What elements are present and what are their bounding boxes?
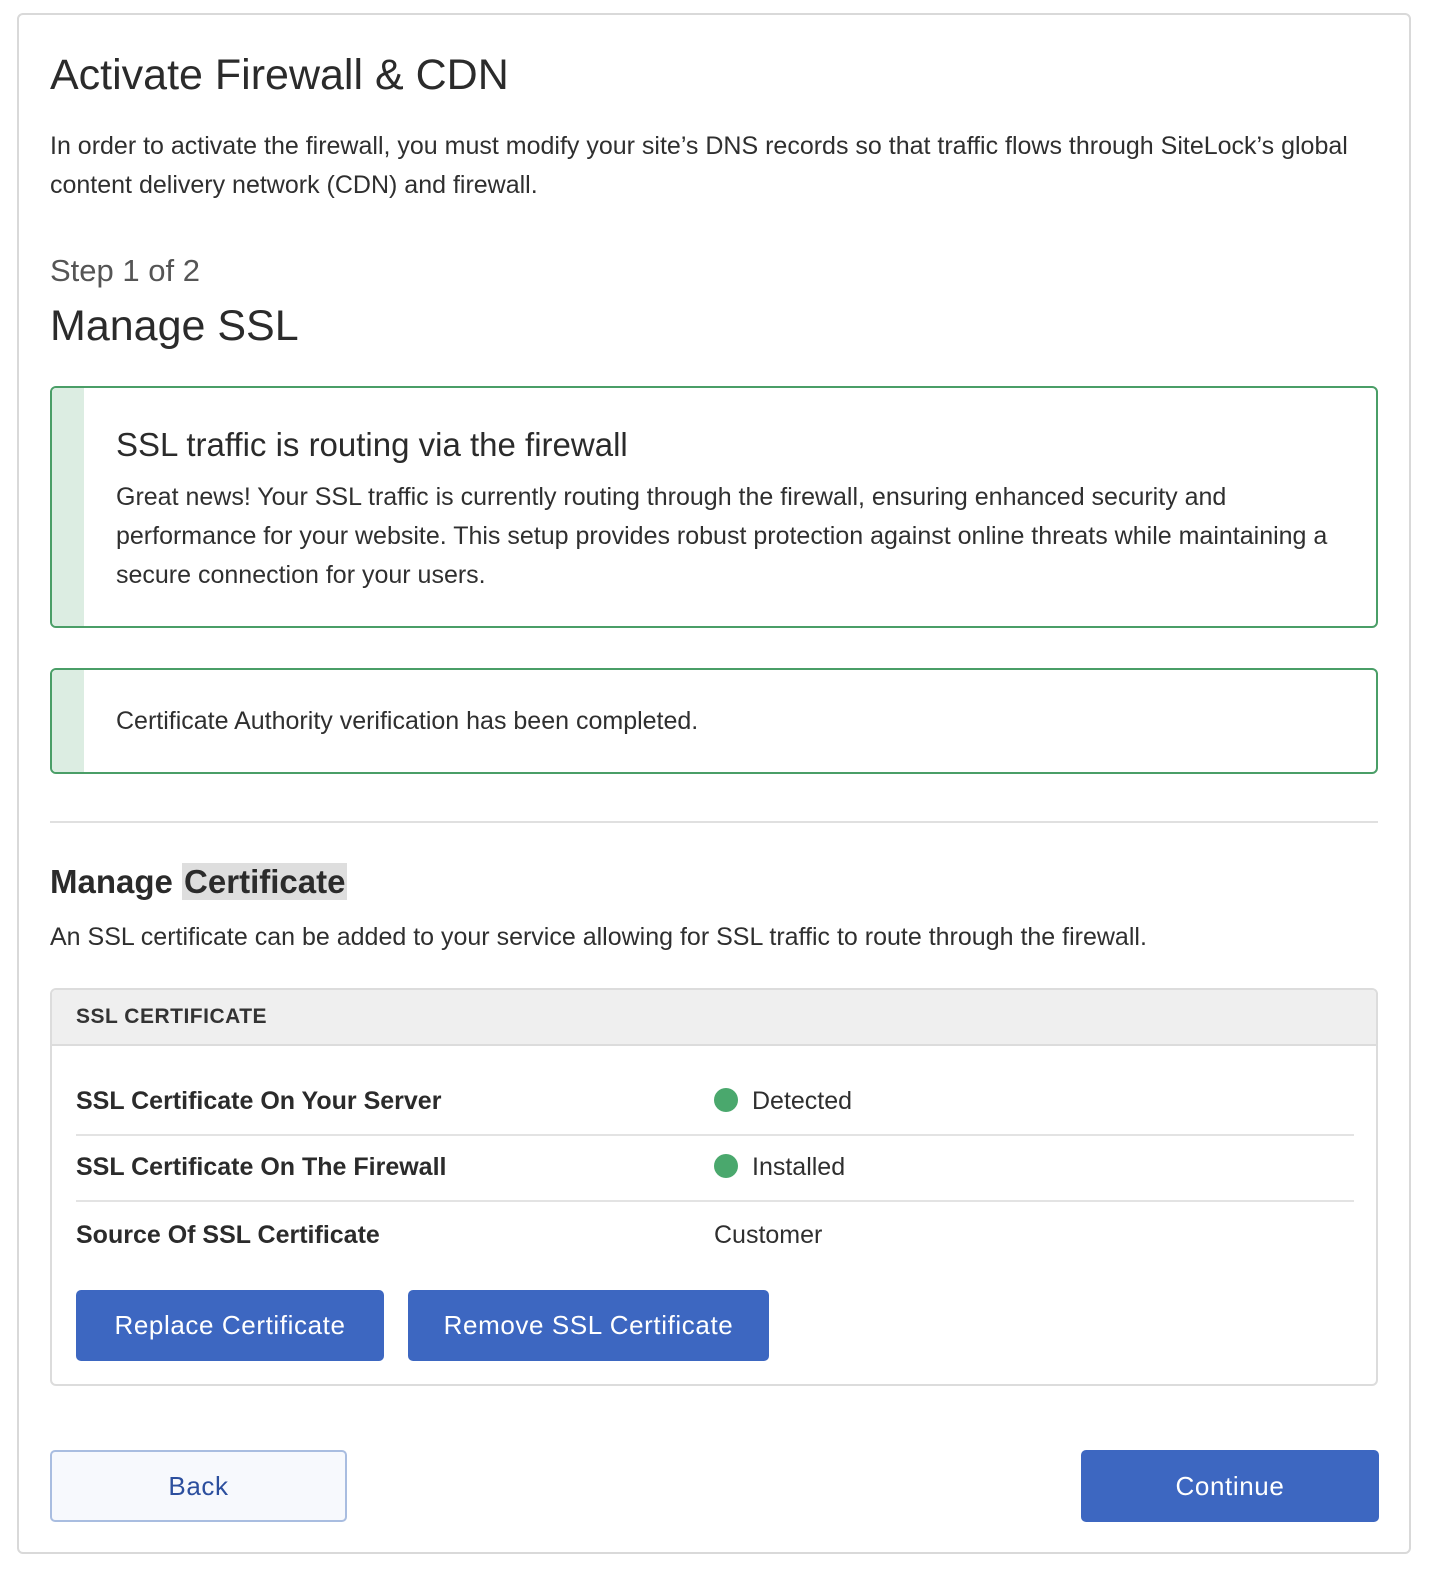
manage-certificate-title: Manage Certificate	[50, 856, 348, 908]
alert-status-stripe	[52, 388, 84, 626]
panel-header: SSL CERTIFICATE	[52, 990, 1376, 1046]
step-title: Manage SSL	[50, 302, 299, 350]
row-label: SSL Certificate On The Firewall	[76, 1153, 447, 1181]
row-value: Detected	[714, 1068, 852, 1134]
alert-status-stripe	[52, 670, 84, 772]
back-button[interactable]: Back	[50, 1450, 347, 1522]
page-title: Activate Firewall & CDN	[50, 51, 509, 99]
ca-verification-alert: Certificate Authority verification has b…	[50, 668, 1378, 774]
table-row: SSL Certificate On The Firewall Installe…	[76, 1134, 1354, 1202]
ssl-routing-success-alert: SSL traffic is routing via the firewall …	[50, 386, 1378, 628]
table-row: Source Of SSL Certificate Customer	[76, 1202, 1354, 1268]
section-divider	[50, 821, 1378, 823]
row-label: SSL Certificate On Your Server	[76, 1087, 442, 1115]
status-text: Installed	[752, 1153, 846, 1181]
alert-title: SSL traffic is routing via the firewall	[116, 426, 628, 463]
continue-button[interactable]: Continue	[1081, 1450, 1379, 1522]
status-text: Detected	[752, 1087, 853, 1115]
status-dot-icon	[714, 1154, 738, 1178]
row-value: Installed	[714, 1134, 845, 1200]
title-part-manage: Manage	[50, 863, 173, 900]
remove-ssl-certificate-button[interactable]: Remove SSL Certificate	[408, 1290, 769, 1361]
manage-certificate-description: An SSL certificate can be added to your …	[50, 923, 1147, 951]
title-part-certificate-highlighted: Certificate	[182, 863, 348, 900]
row-label: Source Of SSL Certificate	[76, 1221, 380, 1249]
alert-body: Certificate Authority verification has b…	[116, 707, 699, 735]
replace-certificate-button[interactable]: Replace Certificate	[76, 1290, 384, 1361]
status-dot-icon	[714, 1088, 738, 1112]
step-indicator: Step 1 of 2	[50, 253, 200, 288]
intro-text: In order to activate the firewall, you m…	[50, 132, 1348, 199]
ssl-certificate-panel: SSL CERTIFICATE SSL Certificate On Your …	[50, 988, 1378, 1386]
table-row: SSL Certificate On Your Server Detected	[76, 1068, 1354, 1136]
alert-body: Great news! Your SSL traffic is currentl…	[116, 483, 1328, 589]
row-value: Customer	[714, 1221, 823, 1249]
